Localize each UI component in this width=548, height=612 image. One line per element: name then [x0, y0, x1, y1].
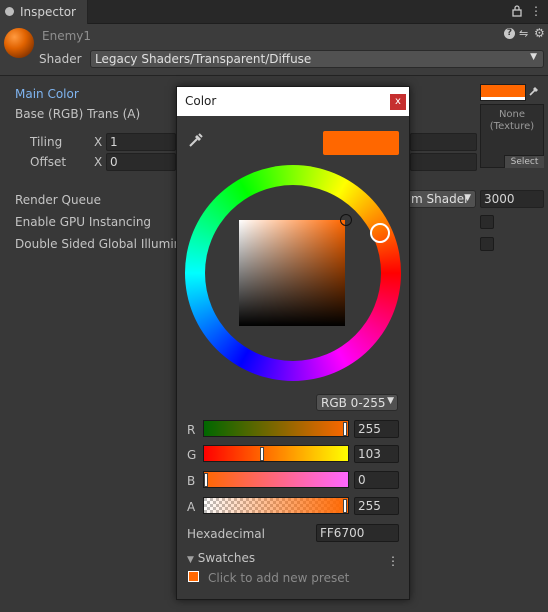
slider-r[interactable] [203, 420, 349, 437]
slider-handle[interactable] [343, 422, 347, 436]
double-sided-gi-label: Double Sided Global Illumina [15, 237, 189, 251]
tiling-y-input[interactable] [410, 133, 477, 151]
preset-swatch[interactable] [188, 571, 199, 582]
tab-label: Inspector [20, 5, 76, 19]
tab-menu-icon[interactable]: ⋮ [530, 4, 542, 18]
tab-bar: Inspector ⋮ [0, 0, 548, 24]
close-button[interactable]: x [390, 94, 406, 110]
info-icon [5, 7, 14, 16]
channel-r-input[interactable]: 255 [354, 420, 399, 438]
gpu-instancing-label: Enable GPU Instancing [15, 215, 152, 229]
swatches-label: Swatches [197, 551, 256, 565]
chevron-down-icon: ▼ [530, 52, 537, 62]
render-queue-dropdown[interactable]: m Shader ▼ [406, 190, 476, 208]
slider-a[interactable] [203, 497, 349, 514]
alpha-bar [481, 97, 525, 100]
eyedropper-icon[interactable] [528, 85, 540, 100]
material-preview-icon [4, 28, 34, 58]
color-picker-dialog: Color x RGB 0-255 ▼ R 255 G 103 B 0 A 25… [176, 86, 410, 600]
hue-handle[interactable] [370, 223, 390, 243]
channel-a-label: A [187, 500, 196, 514]
sv-handle[interactable] [340, 214, 352, 226]
channel-a-input[interactable]: 255 [354, 497, 399, 515]
caret-down-icon: ▼ [187, 555, 194, 565]
add-preset-hint: Click to add new preset [208, 571, 350, 585]
material-name: Enemy1 [42, 29, 91, 43]
offset-label: Offset [30, 155, 67, 169]
swatches-menu-icon[interactable]: ⋮ [387, 554, 399, 568]
offset-x-input[interactable]: 0 [106, 153, 176, 171]
slider-handle[interactable] [343, 499, 347, 513]
gpu-instancing-checkbox[interactable] [480, 215, 494, 229]
lock-icon[interactable] [512, 5, 522, 20]
channel-g-input[interactable]: 103 [354, 445, 399, 463]
tiling-label: Tiling [30, 135, 63, 149]
slider-g[interactable] [203, 445, 349, 462]
chevron-down-icon: ▼ [464, 193, 471, 203]
tiling-x-label: X [94, 135, 103, 149]
main-color-field[interactable] [480, 84, 526, 101]
hex-input[interactable]: FF6700 [316, 524, 399, 542]
shader-value: Legacy Shaders/Transparent/Diffuse [95, 52, 312, 66]
color-mode-value: RGB 0-255 [321, 396, 386, 410]
dialog-title-bar[interactable]: Color x [177, 87, 409, 116]
render-queue-mode: m Shader [411, 192, 470, 206]
channel-r-label: R [187, 423, 196, 437]
material-header: Enemy1 ? ⇋ ⚙ Shader Legacy Shaders/Trans… [0, 24, 548, 76]
render-queue-input[interactable]: 3000 [480, 190, 544, 208]
shader-dropdown[interactable]: Legacy Shaders/Transparent/Diffuse ▼ [90, 50, 544, 68]
eyedropper-icon[interactable] [188, 132, 204, 152]
tiling-x-input[interactable]: 1 [106, 133, 176, 151]
dialog-title: Color [185, 94, 217, 108]
color-mode-dropdown[interactable]: RGB 0-255 ▼ [316, 394, 398, 411]
channel-g-label: G [187, 448, 197, 462]
gear-icon[interactable]: ⚙ [534, 26, 545, 40]
shader-label: Shader [39, 52, 82, 66]
double-sided-gi-checkbox[interactable] [480, 237, 494, 251]
swatches-foldout[interactable]: ▼ Swatches [187, 551, 255, 565]
render-queue-label: Render Queue [15, 193, 101, 207]
help-icon[interactable]: ? [504, 28, 515, 39]
tab-inspector[interactable]: Inspector [0, 0, 88, 24]
offset-y-input[interactable] [410, 153, 477, 171]
base-texture-label: Base (RGB) Trans (A) [15, 107, 141, 121]
chevron-down-icon: ▼ [387, 396, 394, 406]
texture-select-button[interactable]: Select [504, 155, 544, 168]
hex-label: Hexadecimal [187, 527, 265, 541]
texture-none-label: None (Texture) [489, 109, 535, 132]
offset-x-label: X [94, 155, 103, 169]
slider-handle[interactable] [204, 473, 208, 487]
slider-b[interactable] [203, 471, 349, 488]
channel-b-label: B [187, 474, 196, 488]
slider-handle[interactable] [260, 447, 265, 461]
preset-icon[interactable]: ⇋ [519, 27, 528, 40]
color-preview [323, 131, 399, 155]
main-color-label: Main Color [15, 87, 79, 101]
channel-b-input[interactable]: 0 [354, 471, 399, 489]
saturation-value-square[interactable] [239, 220, 345, 326]
